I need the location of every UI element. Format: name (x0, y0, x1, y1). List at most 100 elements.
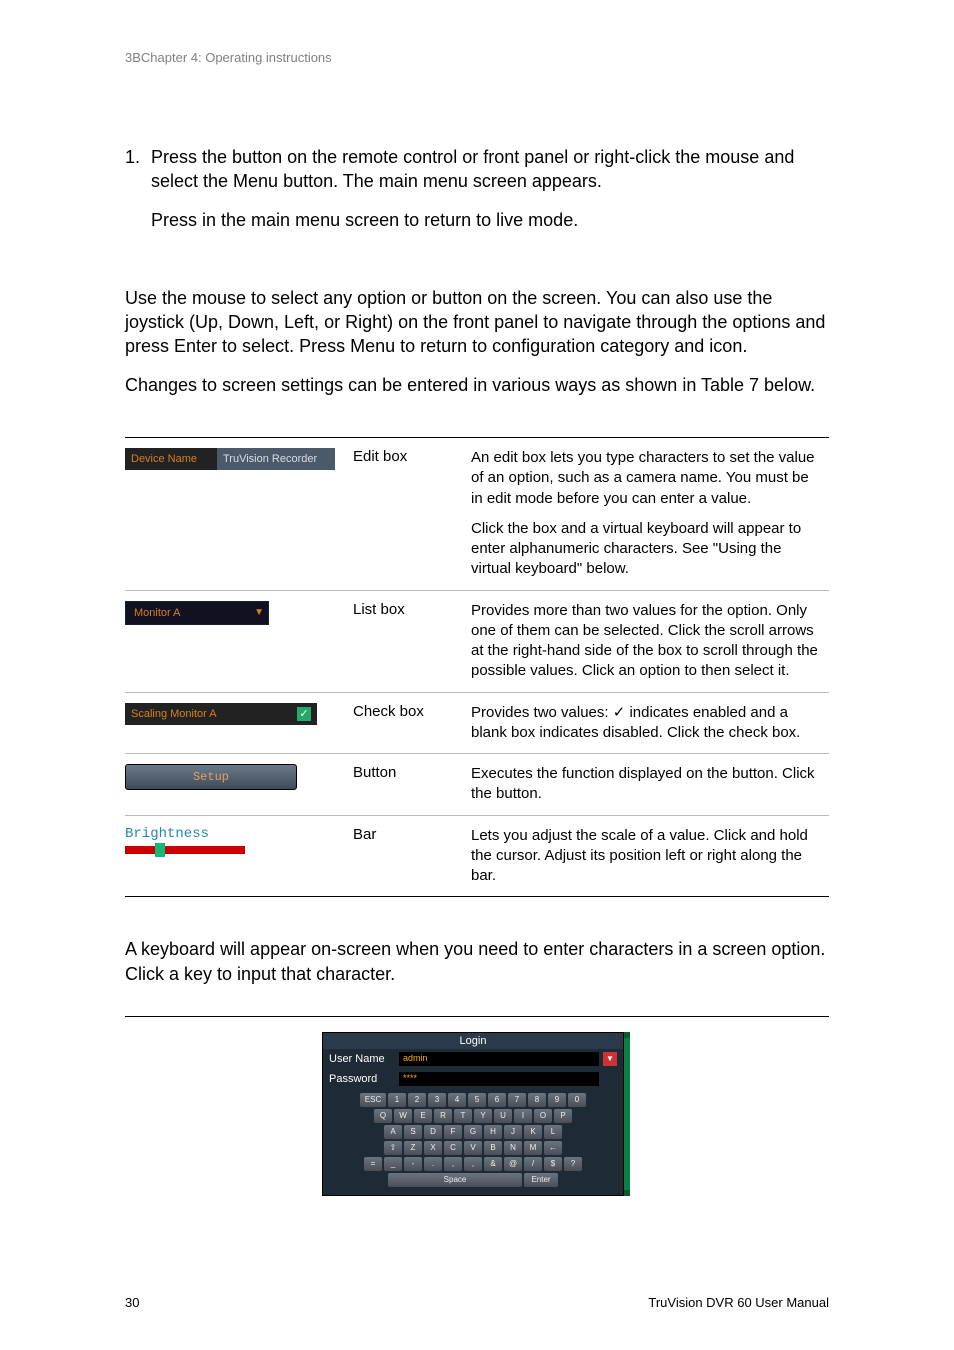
step1-2a: Press (151, 210, 202, 230)
key-l: L (544, 1125, 562, 1139)
dropdown-icon: ▼ (603, 1052, 617, 1066)
user-name-value: admin (399, 1052, 599, 1066)
key-m: M (524, 1141, 542, 1155)
key-7: 7 (508, 1093, 526, 1107)
key-v: V (464, 1141, 482, 1155)
key-4: 4 (448, 1093, 466, 1107)
key-k: K (524, 1125, 542, 1139)
key-$: $ (544, 1157, 562, 1171)
page-number: 30 (125, 1295, 139, 1310)
key-o: O (534, 1109, 552, 1123)
key-,: , (444, 1157, 462, 1171)
row3-name: Check box (353, 692, 471, 754)
virtual-keyboard: ESC1234567890 QWERTYUIOP ASDFGHJKL ⇧ZXCV… (323, 1089, 623, 1195)
key-=: = (364, 1157, 382, 1171)
key-2: 2 (408, 1093, 426, 1107)
key-,: , (464, 1157, 482, 1171)
navigation-para-1: Use the mouse to select any option or bu… (125, 286, 829, 359)
row1-name: Edit box (353, 438, 471, 591)
list-box-label: Monitor A (134, 607, 180, 619)
key-@: @ (504, 1157, 522, 1171)
key-i: I (514, 1109, 532, 1123)
key-a: A (384, 1125, 402, 1139)
key-5: 5 (468, 1093, 486, 1107)
key-p: P (554, 1109, 572, 1123)
check-box-widget: Scaling Monitor A ✓ (125, 703, 317, 725)
row3-desc1: Provides two values: ✓ indicates enabled… (471, 703, 821, 744)
password-value: **** (399, 1072, 599, 1086)
navigation-para-2: Changes to screen settings can be entere… (125, 373, 829, 397)
key-d: D (424, 1125, 442, 1139)
key-esc: ESC (360, 1093, 386, 1107)
edit-box-widget: Device Name TruVision Recorder (125, 448, 335, 470)
chapter-header: 3BChapter 4: Operating instructions (125, 50, 829, 65)
key-n: N (504, 1141, 522, 1155)
button-label: Setup (193, 770, 229, 784)
key-8: 8 (528, 1093, 546, 1107)
bar-label: Brightness (125, 826, 209, 842)
row4-desc1: Executes the function displayed on the b… (471, 764, 821, 805)
key-&: & (484, 1157, 502, 1171)
login-dialog: Login User Name admin ▼ Password **** ▼ … (322, 1032, 624, 1196)
key-←: ← (544, 1141, 562, 1155)
list-box-widget: Monitor A ▼ (125, 601, 269, 625)
chevron-down-icon: ▼ (254, 607, 264, 618)
key-c: C (444, 1141, 462, 1155)
key-h: H (484, 1125, 502, 1139)
key-w: W (394, 1109, 412, 1123)
row2-name: List box (353, 590, 471, 692)
step1-2b: in the main menu screen to return to liv… (202, 210, 578, 230)
check-box-label: Scaling Monitor A (131, 708, 217, 720)
row5-desc1: Lets you adjust the scale of a value. Cl… (471, 826, 821, 887)
key-1: 1 (388, 1093, 406, 1107)
step-number: 1. (125, 145, 151, 194)
space-key: Space (388, 1173, 522, 1187)
key-e: E (414, 1109, 432, 1123)
edit-box-value: TruVision Recorder (217, 448, 335, 470)
button-widget: Setup (125, 764, 297, 790)
step1-text-b: button on the remote control or front pa… (151, 147, 794, 191)
key-b: B (484, 1141, 502, 1155)
key-u: U (494, 1109, 512, 1123)
row5-name: Bar (353, 815, 471, 897)
login-title: Login (323, 1033, 623, 1049)
password-label: Password (329, 1073, 399, 1085)
row1-desc1: An edit box lets you type characters to … (471, 448, 821, 509)
key-g: G (464, 1125, 482, 1139)
key-r: R (434, 1109, 452, 1123)
bar-widget: Brightness (125, 826, 245, 854)
scrollbar-icon (624, 1032, 630, 1196)
key-y: Y (474, 1109, 492, 1123)
user-name-label: User Name (329, 1053, 399, 1065)
step1-followup: Press in the main menu screen to return … (151, 208, 829, 232)
keyboard-figure: Login User Name admin ▼ Password **** ▼ … (125, 1016, 829, 1196)
controls-table: Device Name TruVision Recorder Edit box … (125, 437, 829, 897)
edit-box-label: Device Name (125, 448, 217, 470)
key-z: Z (404, 1141, 422, 1155)
key-9: 9 (548, 1093, 566, 1107)
page-footer: 30 TruVision DVR 60 User Manual (125, 1295, 829, 1310)
row2-desc1: Provides more than two values for the op… (471, 601, 821, 682)
bar-thumb-icon (155, 843, 165, 857)
step-1: 1. Press the button on the remote contro… (125, 145, 829, 194)
key-/: / (524, 1157, 542, 1171)
row1-desc2: Click the box and a virtual keyboard wil… (471, 519, 821, 580)
key-j: J (504, 1125, 522, 1139)
key-0: 0 (568, 1093, 586, 1107)
check-icon: ✓ (297, 707, 311, 721)
key-x: X (424, 1141, 442, 1155)
key-t: T (454, 1109, 472, 1123)
key-f: F (444, 1125, 462, 1139)
enter-key: Enter (524, 1173, 558, 1187)
key-6: 6 (488, 1093, 506, 1107)
row4-name: Button (353, 754, 471, 816)
key-⇧: ⇧ (384, 1141, 402, 1155)
key-_: _ (384, 1157, 402, 1171)
key-s: S (404, 1125, 422, 1139)
key-?: ? (564, 1157, 582, 1171)
key-q: Q (374, 1109, 392, 1123)
key--: - (404, 1157, 422, 1171)
key-.: . (424, 1157, 442, 1171)
key-3: 3 (428, 1093, 446, 1107)
keyboard-intro: A keyboard will appear on-screen when yo… (125, 937, 829, 986)
